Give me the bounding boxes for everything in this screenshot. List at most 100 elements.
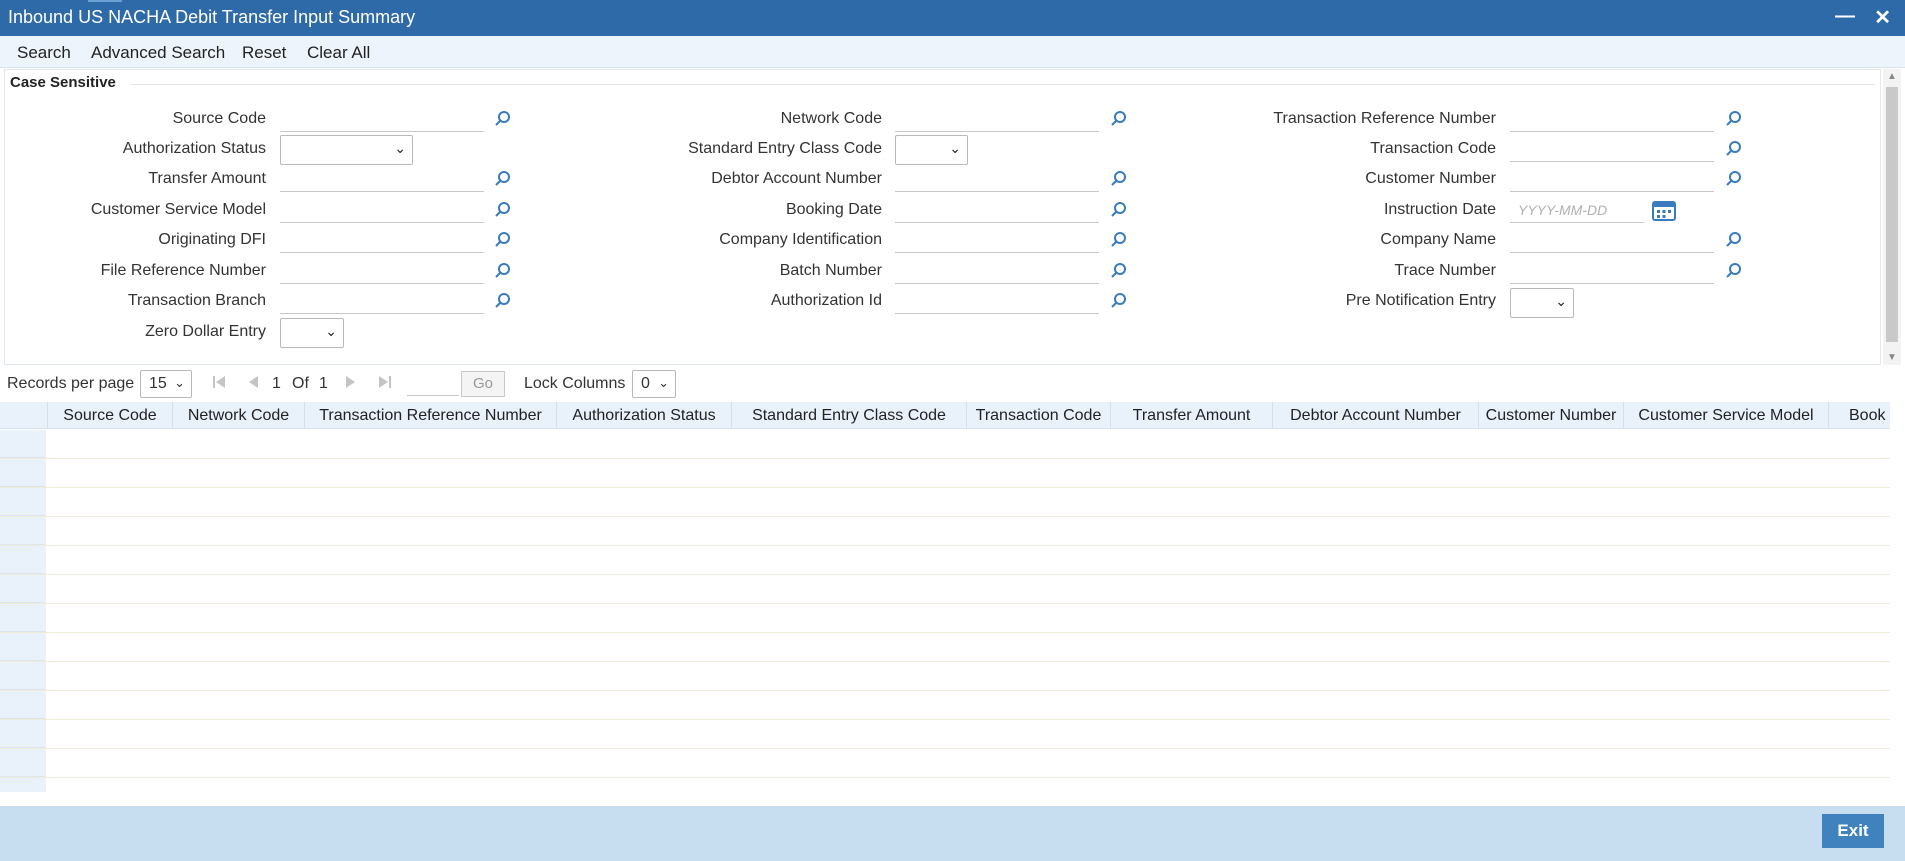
company-identification-input[interactable] bbox=[895, 229, 1099, 253]
last-page-icon[interactable] bbox=[376, 373, 394, 391]
company-name-search-icon[interactable] bbox=[1725, 231, 1743, 249]
row-header-cell[interactable] bbox=[0, 778, 46, 792]
file-reference-number-input[interactable] bbox=[280, 260, 484, 284]
source-code-input[interactable] bbox=[280, 108, 484, 132]
table-row[interactable] bbox=[0, 488, 1890, 517]
trace-number-search-icon[interactable] bbox=[1725, 262, 1743, 280]
column-header[interactable]: Standard Entry Class Code bbox=[731, 402, 966, 429]
transfer-amount-input[interactable] bbox=[280, 168, 484, 192]
row-header-cell[interactable] bbox=[0, 633, 46, 661]
originating-dfi-search-icon[interactable] bbox=[494, 231, 512, 249]
go-button[interactable]: Go bbox=[461, 371, 505, 397]
transaction-code-input[interactable] bbox=[1510, 138, 1714, 162]
table-row[interactable] bbox=[0, 691, 1890, 720]
authorization-id-search-icon[interactable] bbox=[1110, 292, 1128, 310]
row-header-cell[interactable] bbox=[0, 691, 46, 719]
row-header-cell[interactable] bbox=[0, 575, 46, 603]
batch-number-search-icon[interactable] bbox=[1110, 262, 1128, 280]
network-code-search-icon[interactable] bbox=[1110, 110, 1128, 128]
authorization-id-input[interactable] bbox=[895, 290, 1099, 314]
booking-date-search-icon[interactable] bbox=[1110, 201, 1128, 219]
column-header[interactable]: Authorization Status bbox=[556, 402, 731, 429]
select-all-column[interactable] bbox=[0, 402, 47, 429]
transaction-branch-input[interactable] bbox=[280, 290, 484, 314]
table-row[interactable] bbox=[0, 517, 1890, 546]
table-row[interactable] bbox=[0, 662, 1890, 691]
instruction-date-input[interactable]: YYYY-MM-DD bbox=[1510, 199, 1644, 223]
batch-number-input[interactable] bbox=[895, 260, 1099, 284]
transaction-reference-number-input[interactable] bbox=[1510, 108, 1714, 132]
calendar-icon[interactable] bbox=[1652, 199, 1676, 221]
first-page-icon[interactable] bbox=[210, 373, 228, 391]
column-header[interactable]: Debtor Account Number bbox=[1272, 402, 1478, 429]
table-row[interactable] bbox=[0, 430, 1890, 459]
customer-service-model-search-icon[interactable] bbox=[494, 201, 512, 219]
pre-notification-entry-select[interactable]: ⌄ bbox=[1510, 288, 1574, 318]
minimize-icon[interactable]: — bbox=[1835, 5, 1855, 28]
transaction-reference-number-search-icon[interactable] bbox=[1725, 110, 1743, 128]
scroll-up-icon[interactable]: ▲ bbox=[1887, 71, 1897, 82]
window-titlebar: Inbound US NACHA Debit Transfer Input Su… bbox=[0, 0, 1905, 36]
table-row[interactable] bbox=[0, 546, 1890, 575]
trace-number-input[interactable] bbox=[1510, 260, 1714, 284]
row-header-cell[interactable] bbox=[0, 459, 46, 487]
column-header[interactable]: Network Code bbox=[172, 402, 304, 429]
column-header[interactable]: Transaction Reference Number bbox=[304, 402, 556, 429]
debtor-account-number-search-icon[interactable] bbox=[1110, 170, 1128, 188]
previous-page-icon[interactable] bbox=[244, 373, 262, 391]
table-row[interactable] bbox=[0, 633, 1890, 662]
row-header-cell[interactable] bbox=[0, 662, 46, 690]
transaction-branch-search-icon[interactable] bbox=[494, 292, 512, 310]
scroll-thumb[interactable] bbox=[1886, 87, 1898, 342]
column-header[interactable]: Source Code bbox=[47, 402, 172, 429]
row-header-cell[interactable] bbox=[0, 546, 46, 574]
row-header-cell[interactable] bbox=[0, 430, 46, 458]
customer-number-search-icon[interactable] bbox=[1725, 170, 1743, 188]
network-code-input[interactable] bbox=[895, 108, 1099, 132]
column-header[interactable]: Transfer Amount bbox=[1110, 402, 1272, 429]
authorization-status-select[interactable]: ⌄ bbox=[280, 135, 413, 165]
source-code-search-icon[interactable] bbox=[494, 110, 512, 128]
clear-all-button[interactable]: Clear All bbox=[307, 43, 370, 63]
booking-date-input[interactable] bbox=[895, 199, 1099, 223]
criteria-scrollbar[interactable]: ▲ ▼ bbox=[1883, 69, 1901, 365]
originating-dfi-input[interactable] bbox=[280, 229, 484, 253]
company-name-input[interactable] bbox=[1510, 229, 1714, 253]
search-button[interactable]: Search bbox=[17, 43, 71, 63]
scroll-down-icon[interactable]: ▼ bbox=[1887, 352, 1897, 363]
next-page-icon[interactable] bbox=[342, 373, 360, 391]
transfer-amount-search-icon[interactable] bbox=[494, 170, 512, 188]
close-icon[interactable]: ✕ bbox=[1874, 5, 1891, 30]
column-header[interactable]: Book bbox=[1828, 402, 1890, 429]
records-per-page-select[interactable]: 15 ⌄ bbox=[140, 370, 192, 398]
reset-button[interactable]: Reset bbox=[242, 43, 286, 63]
table-row[interactable] bbox=[0, 720, 1890, 749]
pre-notification-entry-label: Pre Notification Entry bbox=[1345, 292, 1496, 309]
column-header[interactable]: Customer Service Model bbox=[1623, 402, 1828, 429]
table-row[interactable] bbox=[0, 604, 1890, 633]
row-header-cell[interactable] bbox=[0, 749, 46, 777]
table-row[interactable] bbox=[0, 459, 1890, 488]
zero-dollar-entry-select[interactable]: ⌄ bbox=[280, 318, 344, 348]
debtor-account-number-input[interactable] bbox=[895, 168, 1099, 192]
chevron-down-icon: ⌄ bbox=[949, 140, 961, 156]
column-header[interactable]: Customer Number bbox=[1478, 402, 1623, 429]
table-row[interactable] bbox=[0, 575, 1890, 604]
customer-service-model-input[interactable] bbox=[280, 199, 484, 223]
company-identification-search-icon[interactable] bbox=[1110, 231, 1128, 249]
row-header-cell[interactable] bbox=[0, 604, 46, 632]
standard-entry-class-code-select[interactable]: ⌄ bbox=[895, 135, 968, 165]
advanced-search-button[interactable]: Advanced Search bbox=[91, 43, 225, 63]
customer-number-input[interactable] bbox=[1510, 168, 1714, 192]
row-header-cell[interactable] bbox=[0, 488, 46, 516]
file-reference-number-search-icon[interactable] bbox=[494, 262, 512, 280]
table-row[interactable] bbox=[0, 749, 1890, 778]
row-header-cell[interactable] bbox=[0, 517, 46, 545]
go-to-page-input[interactable] bbox=[407, 372, 459, 396]
table-row[interactable] bbox=[0, 778, 1890, 792]
column-header[interactable]: Transaction Code bbox=[966, 402, 1110, 429]
lock-columns-select[interactable]: 0 ⌄ bbox=[632, 370, 676, 398]
transaction-code-search-icon[interactable] bbox=[1725, 140, 1743, 158]
row-header-cell[interactable] bbox=[0, 720, 46, 748]
exit-button[interactable]: Exit bbox=[1822, 814, 1884, 848]
